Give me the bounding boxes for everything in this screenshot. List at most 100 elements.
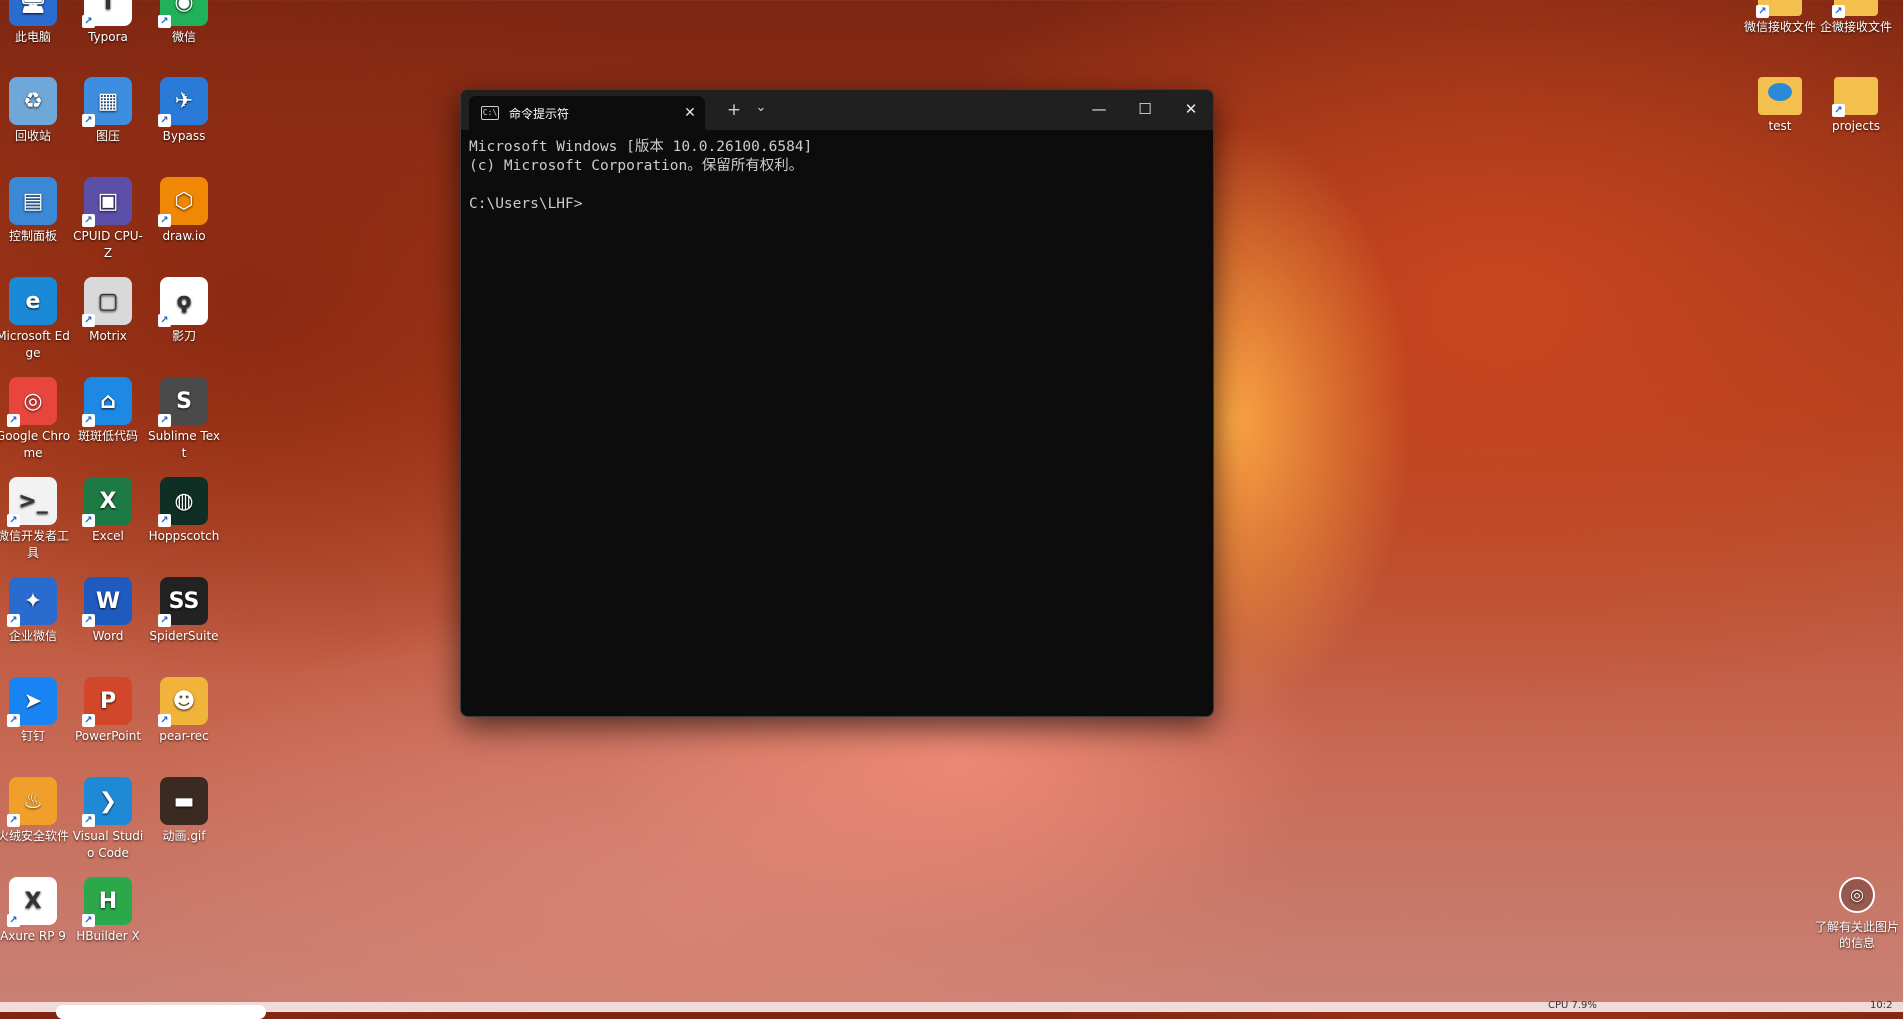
gif-icon: ▬ bbox=[160, 777, 208, 825]
word-icon: W ↗ bbox=[82, 577, 132, 627]
tab-command-prompt[interactable]: C:\ 命令提示符 ✕ bbox=[469, 96, 705, 130]
desktop-icon-label: 钉钉 bbox=[20, 729, 45, 743]
desktop-icon-typora[interactable]: T ↗ Typora bbox=[70, 0, 146, 46]
desktop-icon-label: CPUID CPU-Z bbox=[73, 229, 143, 260]
desktop-icon-excel[interactable]: X ↗ Excel bbox=[70, 477, 146, 545]
desktop-icon-label: pear-rec bbox=[159, 729, 209, 743]
desktop-icon-vscode[interactable]: ❯ ↗ Visual Studio Code bbox=[70, 777, 146, 862]
new-tab-button[interactable]: + bbox=[723, 100, 745, 120]
tuya-icon: ▦ ↗ bbox=[82, 77, 132, 127]
desktop-icon-banban[interactable]: ⌂ ↗ 斑斑低代码 bbox=[70, 377, 146, 445]
desktop-icon-label: 企业微信 bbox=[8, 629, 57, 643]
desktop-icon-projects[interactable]: ↗ projects bbox=[1818, 77, 1894, 135]
desktop-icon-cpuz[interactable]: ▣ ↗ CPUID CPU-Z bbox=[70, 177, 146, 262]
desktop-icon-axure[interactable]: X ↗ Axure RP 9 bbox=[0, 877, 71, 945]
desktop-icon-label: 此电脑 bbox=[14, 30, 51, 44]
cmd-icon: C:\ bbox=[481, 106, 499, 120]
desktop-icon-chrome[interactable]: ◎ ↗ Google Chrome bbox=[0, 377, 71, 462]
shortcut-arrow-icon: ↗ bbox=[7, 414, 20, 427]
shortcut-arrow-icon: ↗ bbox=[158, 15, 171, 28]
cpu-usage: CPU 7.9% bbox=[1548, 1000, 1597, 1011]
desktop-icon-label: 微信接收文件 bbox=[1743, 20, 1816, 34]
chrome-icon: ◎ ↗ bbox=[7, 377, 57, 427]
minimize-button[interactable]: — bbox=[1079, 95, 1119, 123]
desktop-icon-gif[interactable]: ▬ 动画.gif bbox=[146, 777, 222, 845]
dingtalk-icon: ➤ ↗ bbox=[7, 677, 57, 727]
desktop-icon-hoppscotch[interactable]: ◍ ↗ Hoppscotch bbox=[146, 477, 222, 545]
powerpoint-icon: P ↗ bbox=[82, 677, 132, 727]
desktop-icon-wecom-files[interactable]: ↗ 企微接收文件 bbox=[1818, 0, 1894, 36]
wechat-icon: ◉ ↗ bbox=[158, 0, 208, 28]
close-tab-icon[interactable]: ✕ bbox=[675, 105, 705, 121]
title-bar[interactable]: C:\ 命令提示符 ✕ + ⌄ — ☐ ✕ bbox=[461, 90, 1213, 130]
terminal-prompt: C:\Users\LHF> bbox=[469, 196, 583, 212]
edge-icon: e bbox=[9, 277, 57, 325]
shortcut-arrow-icon: ↗ bbox=[82, 814, 95, 827]
desktop-icon-edge[interactable]: e Microsoft Edge bbox=[0, 277, 71, 362]
desktop-icon-sublime[interactable]: S ↗ Sublime Text bbox=[146, 377, 222, 462]
shortcut-arrow-icon: ↗ bbox=[158, 314, 171, 327]
desktop-icon-wechat-devtools[interactable]: >_ ↗ 微信开发者工具 bbox=[0, 477, 71, 562]
shortcut-arrow-icon: ↗ bbox=[158, 214, 171, 227]
desktop-icon-wechat-files[interactable]: ↗ 微信接收文件 bbox=[1742, 0, 1818, 36]
desktop-icon-spidersuite[interactable]: SS ↗ SpiderSuite bbox=[146, 577, 222, 645]
taskbar[interactable]: CPU 7.9% 10:2 bbox=[0, 1000, 1903, 1019]
desktop-icon-wecom[interactable]: ✦ ↗ 企业微信 bbox=[0, 577, 71, 645]
shortcut-arrow-icon: ↗ bbox=[158, 614, 171, 627]
desktop-icon-dingtalk[interactable]: ➤ ↗ 钉钉 bbox=[0, 677, 71, 745]
desktop-icon-label: 回收站 bbox=[14, 129, 51, 143]
widget-label: 了解有关此图片的信息 bbox=[1814, 920, 1899, 950]
folder-icon: ↗ bbox=[1832, 0, 1878, 18]
desktop-icon-bypass[interactable]: ✈ ↗ Bypass bbox=[146, 77, 222, 145]
desktop-icon-label: 企微接收文件 bbox=[1819, 20, 1892, 34]
desktop-icon-control-panel[interactable]: ▤ 控制面板 bbox=[0, 177, 71, 245]
desktop-icon-label: draw.io bbox=[162, 229, 206, 243]
chevron-down-icon[interactable]: ⌄ bbox=[751, 100, 771, 115]
desktop-icon-label: 图压 bbox=[95, 129, 120, 143]
terminal-window[interactable]: C:\ 命令提示符 ✕ + ⌄ — ☐ ✕ Microsoft Windows … bbox=[460, 89, 1214, 717]
desktop-icon-word[interactable]: W ↗ Word bbox=[70, 577, 146, 645]
desktop-icon-label: HBuilder X bbox=[76, 929, 140, 943]
shortcut-arrow-icon: ↗ bbox=[158, 114, 171, 127]
shortcut-arrow-icon: ↗ bbox=[82, 914, 95, 927]
folder-icon bbox=[1758, 77, 1802, 115]
desktop-icon-label: Sublime Text bbox=[148, 429, 220, 460]
axure-icon: X ↗ bbox=[7, 877, 57, 927]
learn-about-image-widget[interactable]: ◎ 了解有关此图片的信息 bbox=[1812, 877, 1902, 951]
desktop-icon-hbuilder[interactable]: H ↗ HBuilder X bbox=[70, 877, 146, 945]
desktop-icon-tuya[interactable]: ▦ ↗ 图压 bbox=[70, 77, 146, 145]
camera-icon: ◎ bbox=[1839, 877, 1875, 913]
desktop-icon-label: Typora bbox=[88, 30, 128, 44]
shortcut-arrow-icon: ↗ bbox=[82, 15, 95, 28]
desktop-icon-label: Motrix bbox=[89, 329, 127, 343]
terminal-line: Microsoft Windows [版本 10.0.26100.6584] bbox=[469, 139, 813, 155]
search-box[interactable] bbox=[56, 1005, 266, 1019]
desktop-icon-powerpoint[interactable]: P ↗ PowerPoint bbox=[70, 677, 146, 745]
desktop-icon-test[interactable]: test bbox=[1742, 77, 1818, 135]
desktop-icon-label: Axure RP 9 bbox=[0, 929, 66, 943]
desktop-icon-drawio[interactable]: ⬡ ↗ draw.io bbox=[146, 177, 222, 245]
shortcut-arrow-icon: ↗ bbox=[82, 714, 95, 727]
bypass-icon: ✈ ↗ bbox=[158, 77, 208, 127]
motrix-icon: ▢ ↗ bbox=[82, 277, 132, 327]
hoppscotch-icon: ◍ ↗ bbox=[158, 477, 208, 527]
vscode-icon: ❯ ↗ bbox=[82, 777, 132, 827]
desktop-icon-recycle-bin[interactable]: ♻ 回收站 bbox=[0, 77, 71, 145]
folder-icon: ↗ bbox=[1756, 0, 1802, 18]
maximize-button[interactable]: ☐ bbox=[1125, 95, 1165, 123]
huorong-icon: ♨ ↗ bbox=[7, 777, 57, 827]
desktop-icon-this-pc[interactable]: 🖥 此电脑 bbox=[0, 0, 71, 46]
typora-icon: T ↗ bbox=[82, 0, 132, 28]
desktop-icon-pear-rec[interactable]: ☻ ↗ pear-rec bbox=[146, 677, 222, 745]
wecom-icon: ✦ ↗ bbox=[7, 577, 57, 627]
desktop-icon-label: Microsoft Edge bbox=[0, 329, 70, 360]
desktop-icon-motrix[interactable]: ▢ ↗ Motrix bbox=[70, 277, 146, 345]
terminal-output[interactable]: Microsoft Windows [版本 10.0.26100.6584] (c… bbox=[461, 130, 1213, 222]
shortcut-arrow-icon: ↗ bbox=[82, 114, 95, 127]
terminal-line: (c) Microsoft Corporation。保留所有权利。 bbox=[469, 158, 804, 174]
close-button[interactable]: ✕ bbox=[1171, 95, 1211, 123]
desktop-icon-wechat[interactable]: ◉ ↗ 微信 bbox=[146, 0, 222, 46]
desktop-icon-yingdao[interactable]: ϙ ↗ 影刀 bbox=[146, 277, 222, 345]
desktop-icon-huorong[interactable]: ♨ ↗ 火绒安全软件 bbox=[0, 777, 71, 845]
